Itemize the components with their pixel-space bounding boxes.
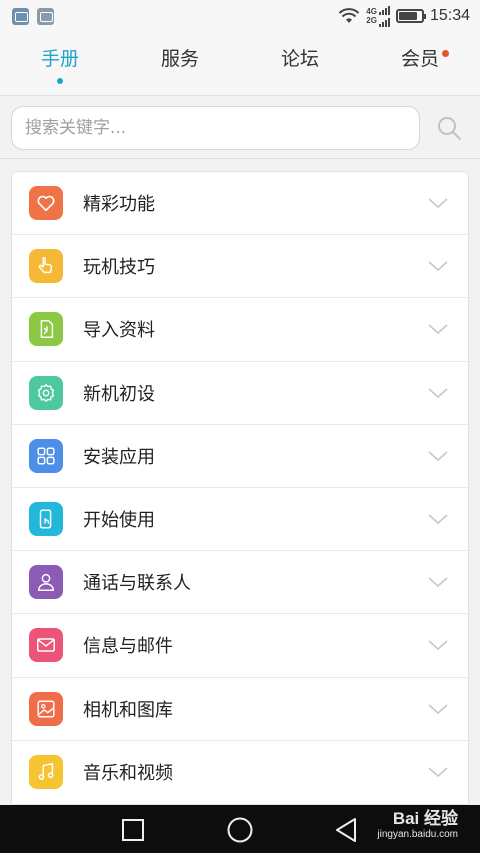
list-item-label: 导入资料: [83, 320, 155, 342]
phone-touch-icon: [29, 502, 63, 537]
search-icon[interactable]: [436, 115, 462, 141]
chevron-down-icon: [428, 577, 448, 588]
list-item-label: 信息与邮件: [83, 636, 173, 658]
list-item-label: 安装应用: [83, 446, 155, 468]
battery-icon: [395, 9, 426, 23]
home-button[interactable]: [226, 816, 254, 844]
notification-badge: [442, 49, 449, 57]
list-item-messages-email[interactable]: 信息与邮件: [12, 614, 468, 678]
chevron-down-icon: [428, 324, 448, 335]
search-input[interactable]: [11, 106, 420, 150]
back-button[interactable]: [334, 816, 358, 844]
tab-manual[interactable]: 手册: [0, 32, 120, 95]
watermark-sub: jingyan.baidu.com: [377, 829, 458, 840]
hand-icon: [29, 249, 63, 284]
list-item-highlights[interactable]: 精彩功能: [12, 172, 468, 236]
tab-service[interactable]: 服务: [120, 32, 240, 95]
chevron-down-icon: [428, 261, 448, 272]
signal-icon-2: [378, 17, 390, 27]
gear-icon: [29, 375, 63, 410]
manual-category-list: 精彩功能 玩机技巧 导入资料 新机初设 安装应用 开始使用 通话与联系人 信息与…: [11, 171, 469, 805]
chevron-down-icon: [428, 451, 448, 461]
baidu-watermark: Bai 经验 jingyan.baidu.com: [377, 809, 458, 841]
list-item-camera-gallery[interactable]: 相机和图库: [12, 678, 468, 741]
chevron-down-icon: [428, 387, 448, 398]
grid-icon: [29, 438, 63, 473]
chevron-down-icon: [428, 703, 448, 714]
tab-label: 手册: [40, 47, 79, 70]
list-item-tips[interactable]: 玩机技巧: [12, 235, 468, 299]
list-item-label: 开始使用: [83, 510, 155, 532]
clock: 15:34: [429, 7, 470, 24]
list-item-label: 通话与联系人: [83, 573, 191, 595]
chevron-down-icon: [428, 514, 448, 525]
heart-icon: [29, 186, 63, 221]
top-tabs: 手册 服务 论坛 会员: [0, 32, 480, 96]
tab-label: 论坛: [280, 47, 319, 70]
list-item-label: 新机初设: [83, 383, 155, 405]
recent-apps-button[interactable]: [121, 818, 145, 842]
list-item-getting-started[interactable]: 开始使用: [12, 488, 468, 552]
network-type-bottom: 2G: [366, 16, 377, 25]
tab-member[interactable]: 会员: [360, 32, 480, 95]
list-item-label: 音乐和视频: [83, 763, 173, 785]
list-item-import-data[interactable]: 导入资料: [12, 298, 468, 362]
search-bar: [0, 97, 480, 159]
list-item-calls-contacts[interactable]: 通话与联系人: [12, 551, 468, 615]
chevron-down-icon: [428, 198, 448, 209]
import-file-icon: [29, 312, 63, 347]
list-item-install-apps[interactable]: 安装应用: [12, 425, 468, 488]
watermark-main: Bai 经验: [392, 809, 458, 828]
chevron-down-icon: [428, 640, 448, 651]
signal-icon: [378, 5, 390, 15]
status-bar: 4G 2G 15:34: [0, 0, 480, 32]
list-item-music-video[interactable]: 音乐和视频: [12, 741, 468, 804]
person-icon: [29, 565, 63, 600]
list-item-label: 精彩功能: [83, 194, 155, 216]
music-icon: [29, 755, 63, 790]
list-item-label: 玩机技巧: [83, 257, 155, 279]
tab-forum[interactable]: 论坛: [240, 32, 360, 95]
active-indicator: [57, 77, 63, 84]
tab-label: 服务: [160, 47, 199, 70]
list-item-initial-setup[interactable]: 新机初设: [12, 362, 468, 425]
tab-label: 会员: [400, 47, 439, 70]
wifi-icon: [339, 8, 360, 23]
list-item-label: 相机和图库: [83, 699, 173, 721]
system-nav-bar: Bai 经验 jingyan.baidu.com: [0, 805, 480, 853]
picture-icon: [29, 691, 63, 726]
network-type-top: 4G: [366, 7, 377, 16]
chevron-down-icon: [428, 767, 448, 777]
notification-image-icon: [37, 7, 54, 25]
notification-app-icon: [12, 7, 29, 25]
mail-icon: [29, 628, 63, 663]
